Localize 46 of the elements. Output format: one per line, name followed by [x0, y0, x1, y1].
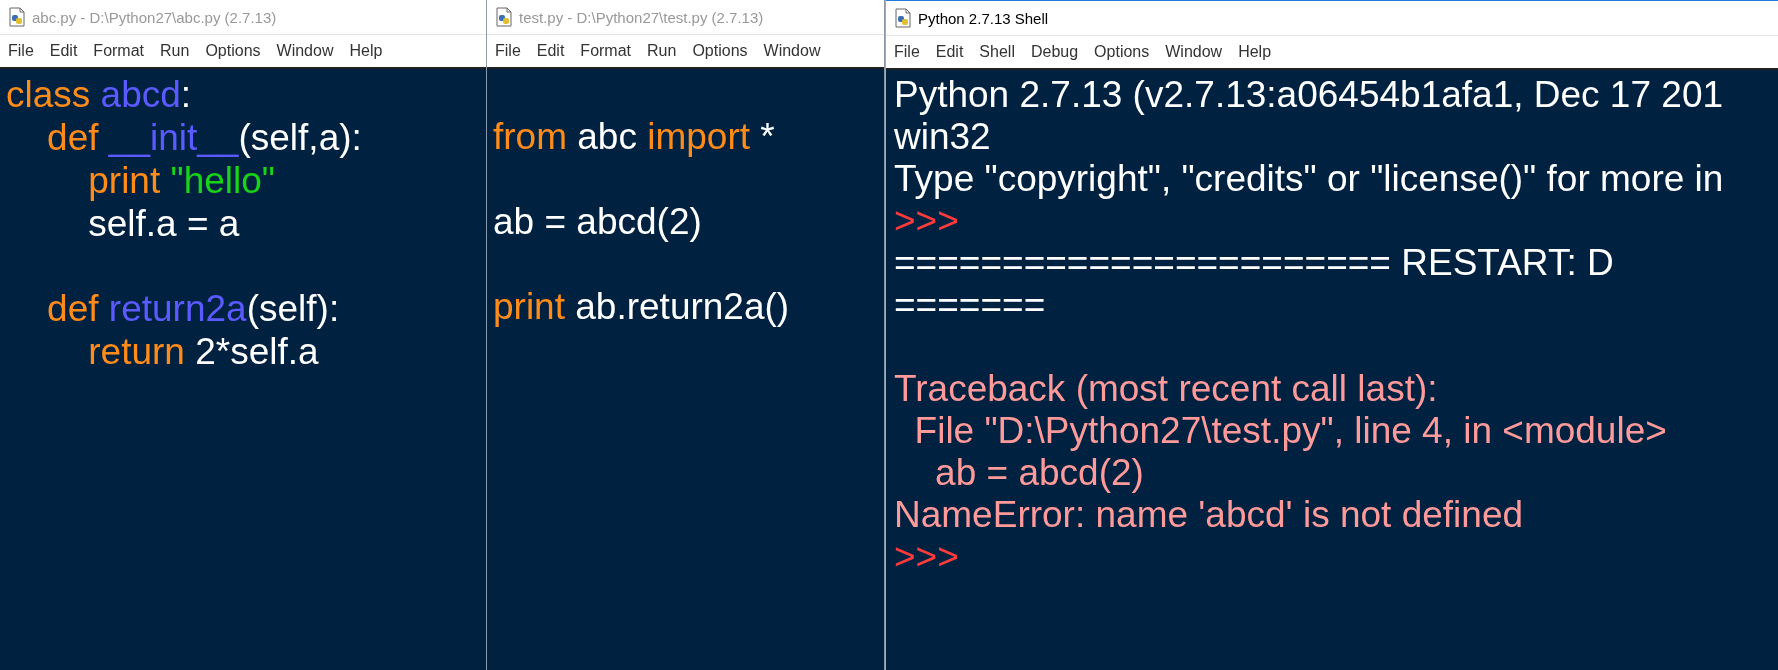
menu-item[interactable]: Options — [1094, 43, 1150, 61]
code-line: from abc import * — [493, 115, 775, 158]
code-line: class abcd: — [6, 73, 192, 116]
menu-item[interactable]: Shell — [979, 43, 1015, 61]
python-file-icon — [8, 7, 26, 27]
menu-item[interactable]: Edit — [935, 43, 964, 61]
menu-item[interactable]: Run — [647, 42, 677, 60]
code-line: ab = abcd(2) — [934, 452, 1144, 494]
python-file-icon — [495, 7, 513, 27]
code-line: print ab.return2a() — [493, 285, 790, 328]
code-line: >>> — [894, 200, 959, 242]
menu-item[interactable]: Window — [276, 42, 334, 60]
menu-item[interactable]: Format — [580, 42, 632, 60]
code-line: ======================= RESTART: D — [894, 242, 1614, 284]
code-line: def return2a(self): — [46, 287, 340, 330]
menu-item[interactable]: File — [495, 42, 521, 60]
code-line: ab = abcd(2) — [493, 200, 702, 243]
code-line: win32 — [894, 116, 991, 158]
code-line: NameError: name 'abcd' is not defined — [894, 494, 1524, 536]
menu-item[interactable]: Window — [763, 42, 821, 60]
menu-item[interactable]: File — [894, 43, 920, 61]
menu-item[interactable]: Help — [349, 42, 383, 60]
code-line: print "hello" — [87, 159, 275, 202]
code-line: return 2*self.a — [87, 330, 319, 373]
code-line: File "D:\Python27\test.py", line 4, in <module> — [913, 410, 1667, 452]
python-file-icon — [894, 8, 912, 28]
menu-item[interactable]: Format — [93, 42, 145, 60]
menu-item[interactable]: Edit — [49, 42, 78, 60]
code-line: Python 2.7.13 (v2.7.13:a06454b1afa1, Dec 17 201 — [894, 74, 1724, 116]
window-title: abc.py - D:\Python27\abc.py (2.7.13) — [32, 8, 277, 26]
code-line: >>> — [894, 536, 959, 578]
code-line: ======= — [894, 284, 1046, 326]
code-line: def __init__(self,a): — [46, 116, 362, 159]
menu-item[interactable]: Options — [692, 42, 748, 60]
code-line: Type "copyright", "credits" or "license()" for more in — [894, 158, 1724, 200]
code-line: Traceback (most recent call last): — [894, 368, 1438, 410]
window-title: test.py - D:\Python27\test.py (2.7.13) — [519, 8, 764, 26]
menu-item[interactable]: Options — [205, 42, 261, 60]
code-line: self.a = a — [87, 202, 240, 245]
menu-item[interactable]: Help — [1238, 43, 1272, 61]
menu-item[interactable]: Debug — [1030, 43, 1079, 61]
window-title: Python 2.7.13 Shell — [918, 9, 1049, 27]
menu-item[interactable]: File — [8, 42, 34, 60]
menu-item[interactable]: Run — [160, 42, 190, 60]
menu-item[interactable]: Edit — [536, 42, 565, 60]
menu-item[interactable]: Window — [1165, 43, 1223, 61]
